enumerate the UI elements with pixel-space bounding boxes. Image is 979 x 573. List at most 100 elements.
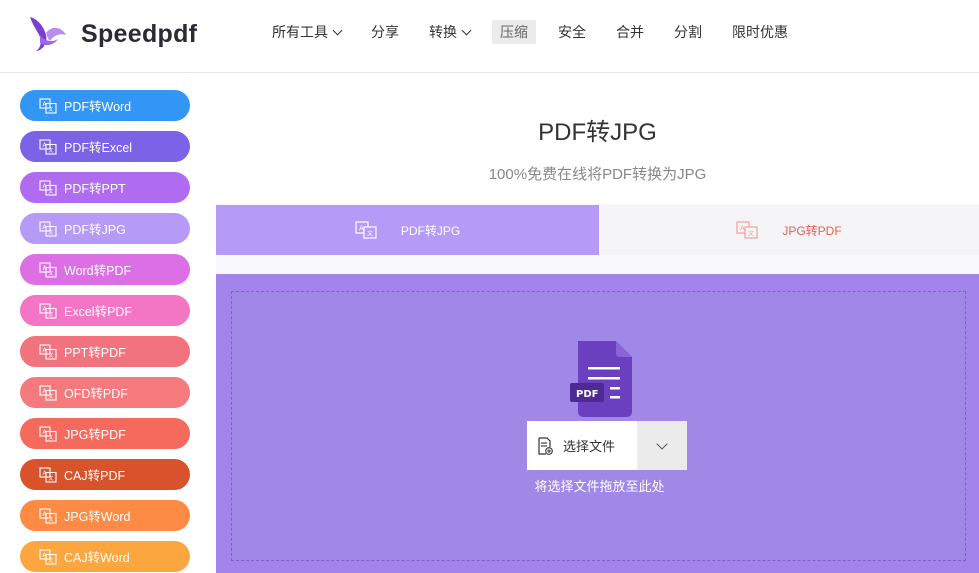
- nav-promo[interactable]: 限时优惠: [724, 20, 796, 44]
- nav-merge[interactable]: 合并: [608, 20, 652, 44]
- convert-icon: A文: [39, 548, 57, 565]
- svg-text:A: A: [43, 224, 48, 231]
- sidebar-item-pdf-to-jpg[interactable]: A文 PDF转JPG: [20, 213, 190, 244]
- convert-icon: A文: [39, 138, 57, 155]
- svg-text:文: 文: [48, 229, 53, 236]
- nav-label: 限时优惠: [732, 24, 788, 40]
- convert-icon: A文: [39, 466, 57, 483]
- sidebar-item-excel-to-pdf[interactable]: A文 Excel转PDF: [20, 295, 190, 326]
- sidebar-item-pdf-to-ppt[interactable]: A文 PDF转PPT: [20, 172, 190, 203]
- sidebar-item-label: PDF转JPG: [64, 223, 126, 237]
- svg-text:A: A: [43, 470, 48, 477]
- nav-label: 压缩: [500, 24, 528, 40]
- sidebar-item-label: Word转PDF: [64, 264, 132, 278]
- svg-text:A: A: [43, 347, 48, 354]
- convert-icon: A文: [39, 425, 57, 442]
- sidebar-item-label: Excel转PDF: [64, 305, 133, 319]
- brand-logo-icon: [30, 17, 66, 51]
- tab-label: JPG转PDF: [782, 223, 842, 238]
- nav-split[interactable]: 分割: [666, 20, 710, 44]
- svg-text:文: 文: [48, 106, 53, 113]
- sidebar-item-label: CAJ转PDF: [64, 469, 126, 483]
- nav-label: 所有工具: [272, 24, 328, 40]
- svg-text:A: A: [43, 265, 48, 272]
- sidebar-item-jpg-to-pdf[interactable]: A文 JPG转PDF: [20, 418, 190, 449]
- page-title: PDF转JPG: [538, 119, 657, 146]
- select-source-dropdown[interactable]: [637, 421, 687, 470]
- svg-text:文: 文: [48, 475, 53, 482]
- svg-text:A: A: [43, 183, 48, 190]
- svg-text:A: A: [43, 429, 48, 436]
- svg-text:A: A: [43, 142, 48, 149]
- sidebar-item-label: PPT转PDF: [64, 346, 126, 360]
- page-subtitle: 100%免费在线将PDF转换为JPG: [488, 166, 707, 183]
- upload-area: PDF 选择文件 将选择文件拖放至此处: [216, 274, 979, 573]
- sidebar-item-caj-to-pdf[interactable]: A文 CAJ转PDF: [20, 459, 190, 490]
- convert-icon: A文: [39, 261, 57, 278]
- sidebar-item-label: PDF转Word: [64, 100, 132, 114]
- sidebar: A文 PDF转Word A文 PDF转Excel A文 PDF转PPT A文 P…: [0, 74, 215, 573]
- svg-text:文: 文: [48, 147, 53, 154]
- tab-label: PDF转JPG: [400, 223, 461, 238]
- convert-icon: A文: [39, 179, 57, 196]
- sidebar-item-label: PDF转Excel: [64, 141, 133, 155]
- tab-pdf-to-jpg[interactable]: A 文 PDF转JPG: [216, 205, 599, 255]
- nav-security[interactable]: 安全: [550, 20, 594, 44]
- convert-icon: A文: [39, 220, 57, 237]
- nav-label: 分割: [674, 24, 702, 40]
- drop-zone[interactable]: PDF 选择文件 将选择文件拖放至此处: [231, 291, 966, 561]
- svg-text:文: 文: [48, 270, 53, 277]
- nav-all-tools[interactable]: 所有工具: [264, 20, 349, 44]
- svg-text:A: A: [740, 225, 745, 233]
- convert-icon: A 文: [736, 221, 758, 239]
- tab-jpg-to-pdf[interactable]: A 文 JPG转PDF: [599, 205, 979, 255]
- header: Speedpdf 所有工具 分享 转换 压缩 安全 合并 分割 限时优惠: [0, 0, 979, 73]
- sidebar-item-ppt-to-pdf[interactable]: A文 PPT转PDF: [20, 336, 190, 367]
- main-content: PDF转JPG 100%免费在线将PDF转换为JPG A 文 PDF转JPG A: [216, 74, 979, 573]
- convert-icon: A文: [39, 343, 57, 360]
- convert-icon: A文: [39, 507, 57, 524]
- nav-share[interactable]: 分享: [363, 20, 407, 44]
- svg-text:A: A: [43, 101, 48, 108]
- convert-icon: A文: [39, 384, 57, 401]
- nav-label: 安全: [558, 24, 586, 40]
- nav-convert[interactable]: 转换: [421, 20, 478, 44]
- svg-text:A: A: [43, 511, 48, 518]
- sidebar-item-label: PDF转PPT: [64, 182, 126, 196]
- svg-text:A: A: [43, 306, 48, 313]
- svg-text:A: A: [43, 552, 48, 559]
- select-file-group: 选择文件: [527, 421, 687, 470]
- svg-text:文: 文: [48, 352, 53, 359]
- sidebar-item-pdf-to-excel[interactable]: A文 PDF转Excel: [20, 131, 190, 162]
- sidebar-item-ofd-to-pdf[interactable]: A文 OFD转PDF: [20, 377, 190, 408]
- svg-text:文: 文: [48, 311, 53, 318]
- select-file-button[interactable]: 选择文件: [527, 421, 637, 470]
- nav-label: 转换: [429, 24, 457, 40]
- svg-text:A: A: [43, 388, 48, 395]
- sidebar-item-caj-to-word[interactable]: A文 CAJ转Word: [20, 541, 190, 572]
- drop-hint: 将选择文件拖放至此处: [534, 479, 665, 494]
- sidebar-item-label: CAJ转Word: [64, 551, 130, 565]
- pdf-file-icon: PDF: [570, 341, 632, 417]
- chevron-down-icon: [461, 25, 472, 35]
- svg-text:文: 文: [48, 557, 53, 564]
- sidebar-item-pdf-to-word[interactable]: A文 PDF转Word: [20, 90, 190, 121]
- svg-text:文: 文: [367, 230, 373, 238]
- pdf-icon-label: PDF: [576, 389, 598, 400]
- main-header: PDF转JPG 100%免费在线将PDF转换为JPG: [216, 74, 979, 204]
- top-nav: 所有工具 分享 转换 压缩 安全 合并 分割 限时优惠: [264, 20, 810, 44]
- sidebar-item-label: JPG转Word: [64, 510, 131, 524]
- sidebar-item-word-to-pdf[interactable]: A文 Word转PDF: [20, 254, 190, 285]
- nav-compress[interactable]: 压缩: [492, 20, 536, 44]
- sidebar-item-label: OFD转PDF: [64, 387, 128, 401]
- conversion-tabs: A 文 PDF转JPG A 文 JPG转PDF: [216, 205, 979, 255]
- nav-label: 分享: [371, 24, 399, 40]
- nav-label: 合并: [616, 24, 644, 40]
- brand-name: Speedpdf: [81, 19, 198, 48]
- svg-text:文: 文: [48, 188, 53, 195]
- sidebar-item-jpg-to-word[interactable]: A文 JPG转Word: [20, 500, 190, 531]
- convert-icon: A文: [39, 302, 57, 319]
- svg-text:文: 文: [48, 434, 53, 441]
- svg-text:文: 文: [748, 230, 754, 238]
- logo[interactable]: Speedpdf: [26, 13, 197, 55]
